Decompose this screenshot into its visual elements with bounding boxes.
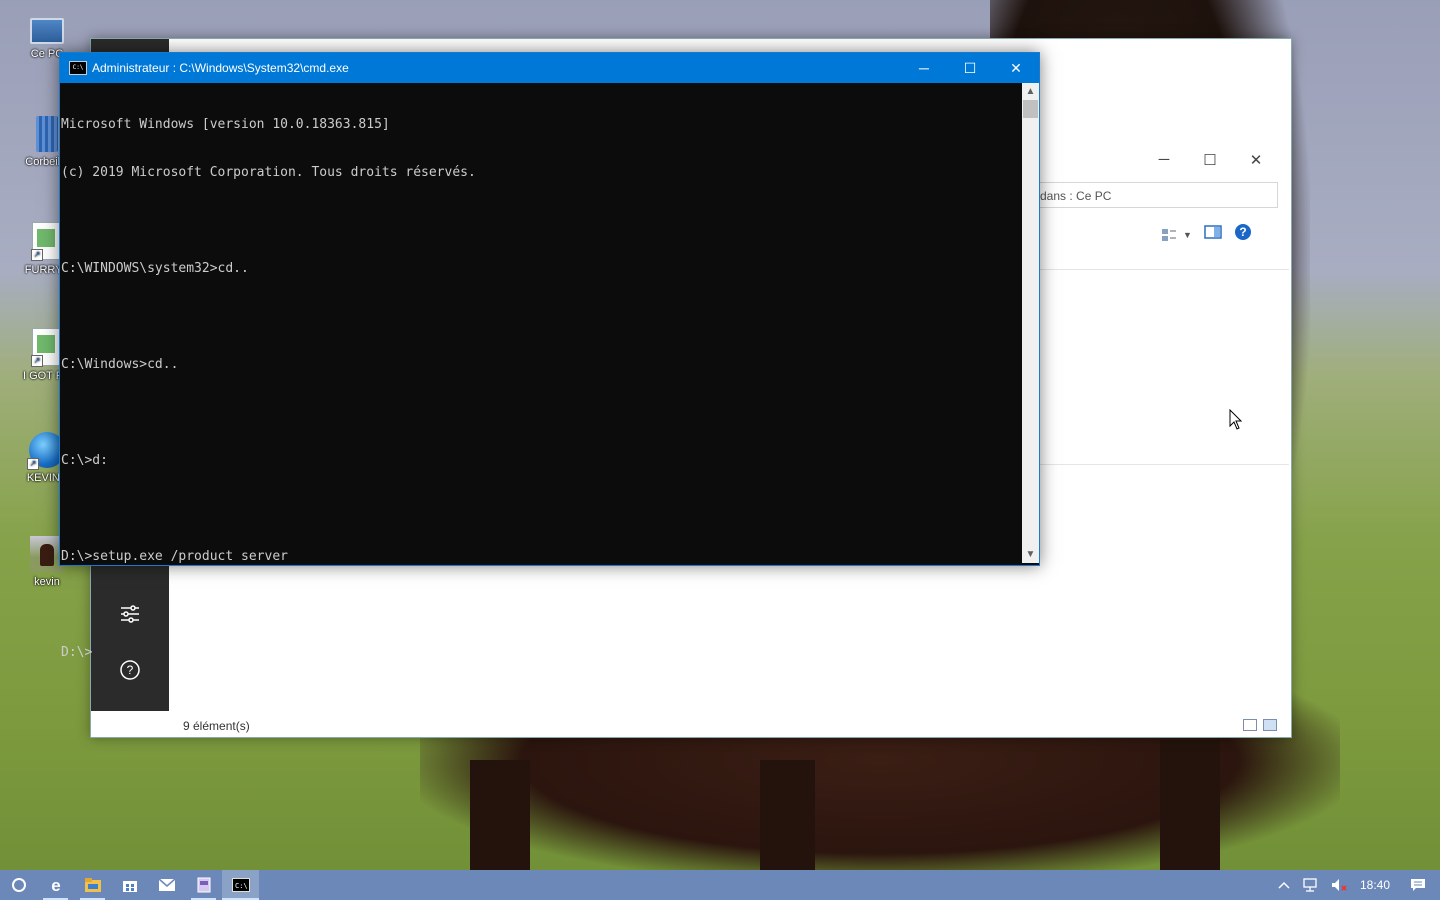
console-line: C:\>d: [61,453,108,468]
title-bar[interactable]: C:\ Administrateur : C:\Windows\System32… [60,53,1039,83]
edge-icon[interactable]: e [37,870,74,900]
view-options-icon[interactable]: ▼ [1161,228,1192,242]
help-icon[interactable]: ? [1234,223,1252,246]
computer-icon [30,18,64,44]
document-shortcut-icon: ↗ [31,222,62,261]
cortana-icon[interactable] [0,870,37,900]
cmd-app-icon: C:\ [69,61,87,75]
console-line: (c) 2019 Microsoft Corporation. Tous dro… [61,165,476,180]
svg-text:e: e [51,876,60,894]
console-line: D:\>setup.exe /product server [61,549,288,564]
close-button[interactable]: ✕ [1233,151,1279,169]
volume-muted-icon[interactable] [1324,878,1354,892]
document-shortcut-icon: ↗ [31,328,62,367]
console-line: Microsoft Windows [version 10.0.18363.81… [61,117,390,132]
console-prompt-line: D:\> [61,645,93,660]
system-tray: 18:40 [1272,870,1440,900]
maximize-button[interactable]: ☐ [1187,151,1233,169]
mail-icon[interactable] [148,870,185,900]
recycle-bin-icon [36,116,58,152]
cmd-icon[interactable]: C:\ [222,870,259,900]
action-center-icon[interactable] [1396,878,1440,892]
network-icon[interactable] [1296,878,1324,892]
divider [1039,464,1289,465]
wallpaper-horse-leg [1160,740,1220,870]
wallpaper-horse-leg [760,760,815,870]
console-output[interactable]: Microsoft Windows [version 10.0.18363.81… [60,83,1020,660]
window-title: Administrateur : C:\Windows\System32\cmd… [92,61,349,75]
svg-text:C:\: C:\ [235,882,248,890]
clock[interactable]: 18:40 [1354,878,1396,892]
scroll-down-arrow-icon[interactable]: ▼ [1022,546,1039,563]
close-button[interactable]: ✕ [993,53,1039,83]
svg-text:?: ? [1239,225,1246,239]
scroll-up-arrow-icon[interactable]: ▲ [1022,83,1039,100]
minimize-button[interactable]: ─ [901,53,947,83]
command-prompt-window[interactable]: C:\ Administrateur : C:\Windows\System32… [59,52,1040,660]
store-icon[interactable] [111,870,148,900]
details-view-icon[interactable] [1243,719,1257,731]
console-line: C:\Windows>cd.. [61,357,179,372]
explorer-window-controls: ─ ☐ ✕ [1141,151,1279,169]
search-input[interactable]: dans : Ce PC [1031,182,1278,208]
preview-pane-icon[interactable] [1204,225,1222,244]
divider [1039,269,1289,270]
wallpaper-horse-leg [470,760,530,870]
large-icons-view-icon[interactable] [1263,719,1277,731]
app-icon[interactable] [185,870,222,900]
item-count-status: 9 élément(s) [183,719,250,733]
chevron-up-icon[interactable] [1272,881,1296,889]
view-toggle [1243,719,1277,731]
taskbar: e C:\ 18:40 [0,870,1440,900]
minimize-button[interactable]: ─ [1141,151,1187,169]
chevron-down-icon: ▼ [1183,229,1192,240]
maximize-button[interactable]: ☐ [947,53,993,83]
vertical-scrollbar[interactable]: ▲ ▼ [1022,83,1039,563]
explorer-toolbar: ▼ ? [1161,223,1252,246]
console-line: C:\WINDOWS\system32>cd.. [61,261,249,276]
file-explorer-icon[interactable] [74,870,111,900]
scroll-thumb[interactable] [1023,100,1038,118]
